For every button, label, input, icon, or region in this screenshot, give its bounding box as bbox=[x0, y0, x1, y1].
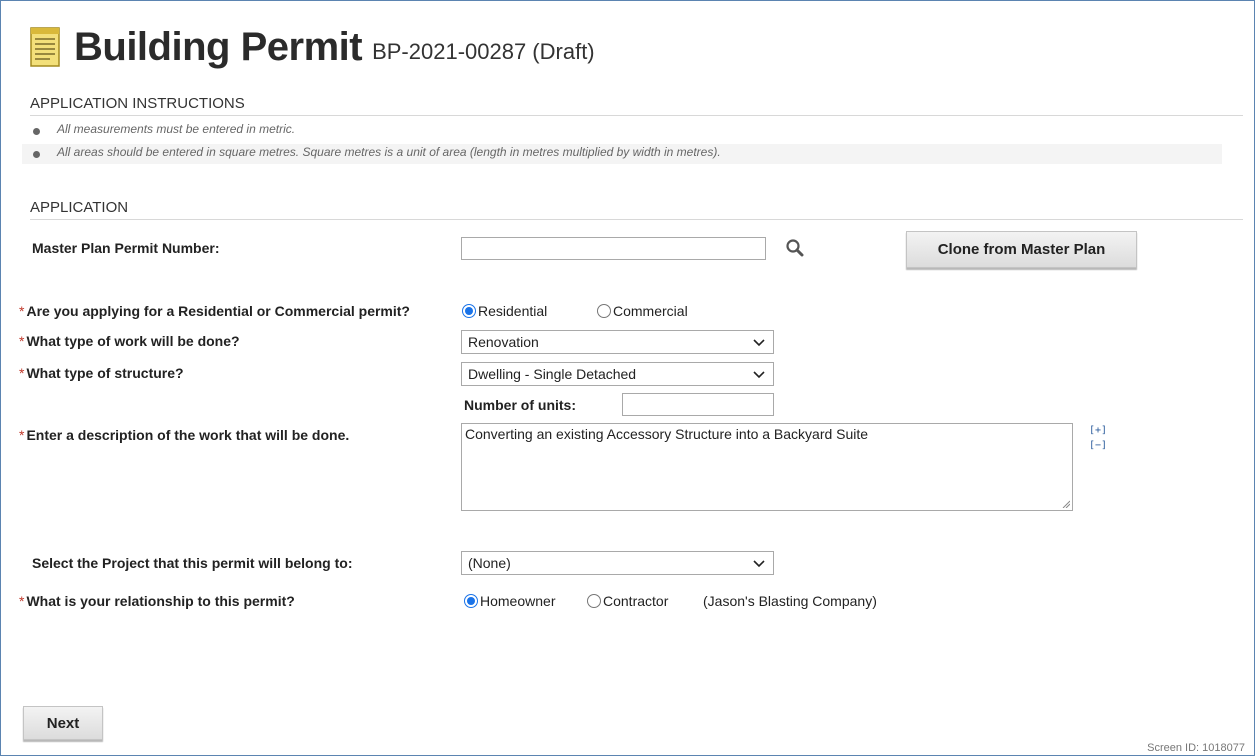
project-label: Select the Project that this permit will… bbox=[32, 555, 353, 571]
required-marker: * bbox=[19, 365, 25, 381]
required-marker: * bbox=[19, 593, 25, 609]
clone-from-master-plan-button[interactable]: Clone from Master Plan bbox=[906, 231, 1137, 268]
search-icon[interactable] bbox=[785, 238, 805, 258]
project-select[interactable]: (None) bbox=[461, 551, 774, 575]
radio-unselected-icon[interactable] bbox=[597, 304, 611, 318]
next-button[interactable]: Next bbox=[23, 706, 103, 740]
commercial-radio[interactable]: Commercial bbox=[597, 303, 688, 319]
master-plan-label: Master Plan Permit Number: bbox=[32, 240, 220, 256]
relationship-label: * What is your relationship to this permi… bbox=[19, 593, 295, 609]
instruction-item: All measurements must be entered in metr… bbox=[33, 122, 295, 136]
page-title: Building Permit bbox=[74, 24, 363, 69]
required-marker: * bbox=[19, 303, 25, 319]
page-header: Building Permit BP-2021-00287 (Draft) bbox=[30, 22, 595, 72]
number-of-units-input[interactable] bbox=[622, 393, 774, 416]
contractor-name: (Jason's Blasting Company) bbox=[703, 593, 877, 609]
screen-id: Screen ID: 1018077 bbox=[1147, 742, 1245, 754]
chevron-down-icon bbox=[753, 339, 765, 347]
contractor-radio[interactable]: Contractor bbox=[587, 593, 668, 609]
structure-type-label: * What type of structure? bbox=[19, 365, 184, 381]
description-label: * Enter a description of the work that wi… bbox=[19, 427, 350, 443]
chevron-down-icon bbox=[753, 371, 765, 379]
collapse-textarea-link[interactable]: [−] bbox=[1089, 440, 1107, 451]
permit-type-label: * Are you applying for a Residential or C… bbox=[19, 303, 410, 319]
work-type-select[interactable]: Renovation bbox=[461, 330, 774, 354]
bullet-icon bbox=[33, 150, 40, 158]
required-marker: * bbox=[19, 333, 25, 349]
radio-selected-icon[interactable] bbox=[462, 304, 476, 318]
application-heading: APPLICATION bbox=[30, 199, 1243, 220]
permit-number: BP-2021-00287 (Draft) bbox=[372, 39, 595, 64]
instruction-item: All areas should be entered in square me… bbox=[33, 145, 721, 159]
description-textarea[interactable]: Converting an existing Accessory Structu… bbox=[461, 423, 1073, 511]
document-icon bbox=[30, 27, 60, 67]
number-of-units-label: Number of units: bbox=[464, 397, 576, 413]
radio-selected-icon[interactable] bbox=[464, 594, 478, 608]
radio-unselected-icon[interactable] bbox=[587, 594, 601, 608]
expand-textarea-link[interactable]: [+] bbox=[1089, 425, 1107, 436]
required-marker: * bbox=[19, 427, 25, 443]
resize-handle-icon[interactable] bbox=[1062, 500, 1070, 508]
chevron-down-icon bbox=[753, 560, 765, 568]
instructions-heading: APPLICATION INSTRUCTIONS bbox=[30, 95, 1243, 116]
residential-radio[interactable]: Residential bbox=[462, 303, 547, 319]
work-type-label: * What type of work will be done? bbox=[19, 333, 240, 349]
bullet-icon bbox=[33, 127, 40, 135]
homeowner-radio[interactable]: Homeowner bbox=[464, 593, 555, 609]
structure-type-select[interactable]: Dwelling - Single Detached bbox=[461, 362, 774, 386]
master-plan-input[interactable] bbox=[461, 237, 766, 260]
